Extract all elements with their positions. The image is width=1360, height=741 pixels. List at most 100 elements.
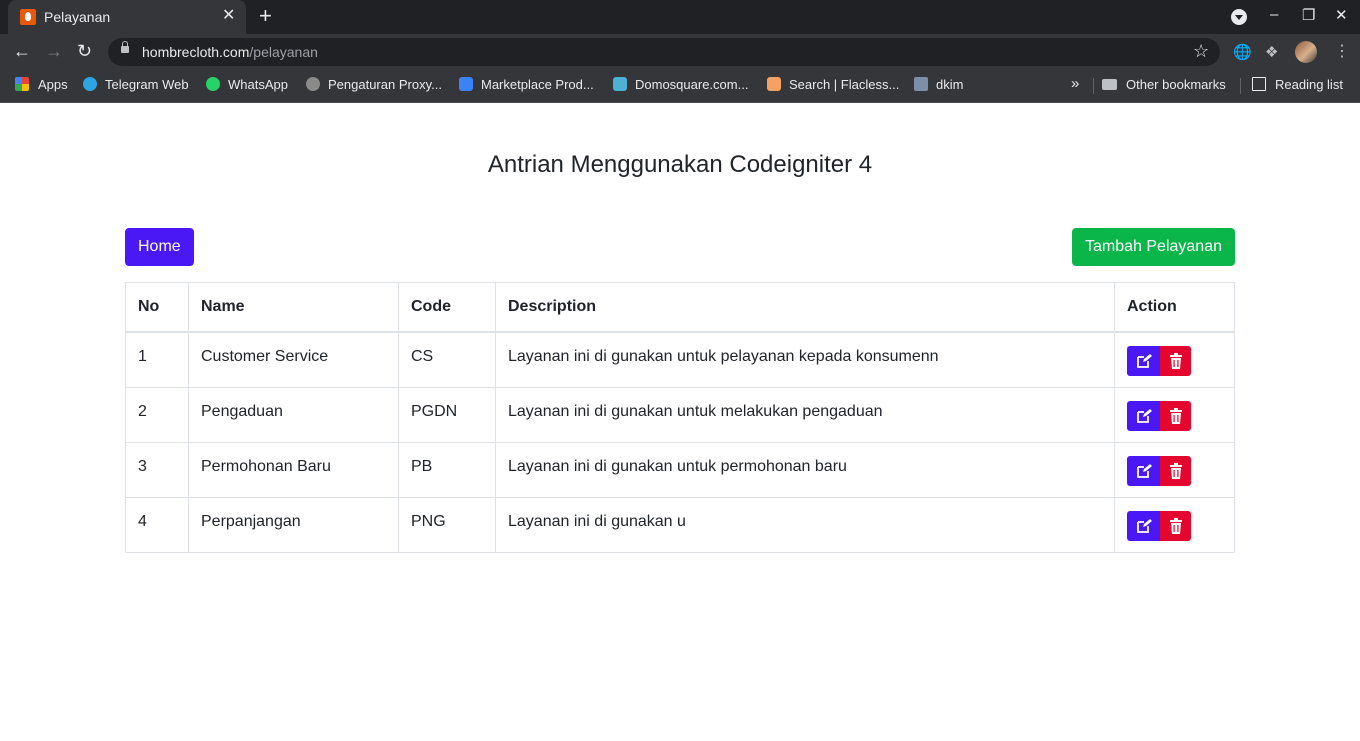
- tab-strip: Pelayanan ✕ + – ❐ ✕: [0, 0, 1360, 34]
- bookmark-flacless[interactable]: Search | Flacless...: [767, 77, 899, 92]
- cell-description: Layanan ini di gunakan untuk melakukan p…: [495, 386, 1115, 443]
- bookmark-marketplace[interactable]: Marketplace Prod...: [459, 77, 594, 92]
- edit-icon: [1136, 518, 1152, 533]
- bookmarks-divider: [1093, 78, 1094, 94]
- edit-button[interactable]: [1127, 346, 1160, 376]
- trash-icon: [1169, 353, 1182, 369]
- bookmark-whatsapp[interactable]: WhatsApp: [206, 77, 288, 92]
- dkim-icon: [914, 77, 928, 91]
- tab-title: Pelayanan: [44, 9, 111, 25]
- cell-description: Layanan ini di gunakan u: [495, 496, 1115, 553]
- edit-button[interactable]: [1127, 510, 1160, 541]
- cell-description: Layanan ini di gunakan untuk permohonan …: [495, 441, 1115, 498]
- back-arrow-icon[interactable]: ←: [13, 41, 31, 61]
- cell-no: 3: [125, 441, 189, 498]
- edit-button[interactable]: [1127, 455, 1160, 486]
- table-row: 2 Pengaduan PGDN Layanan ini di gunakan …: [125, 386, 1235, 443]
- cell-name: Perpanjangan: [188, 496, 399, 553]
- reading-list[interactable]: Reading list: [1252, 77, 1343, 92]
- lock-icon[interactable]: [121, 41, 129, 53]
- edit-icon: [1136, 408, 1152, 423]
- url-text[interactable]: hombrecloth.com/pelayanan: [142, 44, 318, 60]
- column-header-name: Name: [188, 282, 399, 333]
- profile-avatar[interactable]: [1295, 41, 1317, 63]
- puzzle-extensions-icon[interactable]: ❖: [1265, 43, 1278, 61]
- delete-button[interactable]: [1160, 400, 1191, 431]
- home-button[interactable]: Home: [125, 228, 194, 266]
- bookmark-label: Other bookmarks: [1126, 77, 1226, 92]
- codeigniter-favicon-icon: [20, 9, 36, 25]
- table-row: 3 Permohonan Baru PB Layanan ini di guna…: [125, 441, 1235, 498]
- forward-arrow-icon[interactable]: →: [45, 41, 63, 61]
- trash-icon: [1169, 517, 1182, 534]
- kebab-menu-icon[interactable]: ⋮: [1334, 41, 1350, 61]
- browser-toolbar: ← → ↻ hombrecloth.com/pelayanan ☆ 🌐 ❖ ⋮: [0, 34, 1360, 70]
- bookmark-apps[interactable]: Apps: [15, 77, 68, 92]
- whatsapp-icon: [206, 77, 220, 91]
- marketplace-icon: [459, 77, 473, 91]
- bookmark-label: Search | Flacless...: [789, 77, 900, 92]
- bookmarks-divider: [1240, 78, 1241, 94]
- cell-description: Layanan ini di gunakan untuk pelayanan k…: [495, 331, 1115, 388]
- column-header-no: No: [125, 282, 189, 333]
- add-service-button[interactable]: Tambah Pelayanan: [1072, 228, 1235, 266]
- edit-button[interactable]: [1127, 400, 1160, 431]
- bookmark-label: Marketplace Prod...: [481, 77, 594, 92]
- bookmark-telegram[interactable]: Telegram Web: [83, 77, 189, 92]
- page-title: Antrian Menggunakan Codeigniter 4: [487, 151, 873, 178]
- cell-action: [1114, 386, 1235, 443]
- url-host: hombrecloth.com: [142, 44, 250, 60]
- globe-extension-icon[interactable]: 🌐: [1233, 43, 1252, 61]
- column-header-description: Description: [495, 282, 1115, 333]
- minimize-icon[interactable]: –: [1270, 6, 1278, 23]
- column-header-action: Action: [1114, 282, 1235, 333]
- flacless-icon: [767, 77, 781, 91]
- reload-icon[interactable]: ↻: [77, 41, 92, 61]
- action-button-group: [1127, 455, 1222, 486]
- bookmark-label: Domosquare.com...: [635, 77, 749, 92]
- cell-action: [1114, 441, 1235, 498]
- window-close-icon[interactable]: ✕: [1335, 6, 1348, 24]
- table-row: 4 Perpanjangan PNG Layanan ini di gunaka…: [125, 496, 1235, 553]
- action-button-group: [1127, 400, 1222, 431]
- cell-name: Permohonan Baru: [188, 441, 399, 498]
- delete-button[interactable]: [1160, 346, 1191, 376]
- cell-code: PB: [398, 441, 496, 498]
- tab-search-icon[interactable]: [1231, 9, 1247, 25]
- apps-grid-icon: [15, 77, 29, 91]
- delete-button[interactable]: [1160, 510, 1191, 541]
- table-header-row: No Name Code Description Action: [125, 282, 1235, 333]
- bookmark-dkim[interactable]: dkim: [914, 77, 963, 92]
- address-bar[interactable]: hombrecloth.com/pelayanan ☆: [108, 38, 1220, 66]
- bookmark-domosquare[interactable]: Domosquare.com...: [613, 77, 748, 92]
- bookmark-label: dkim: [936, 77, 964, 92]
- trash-icon: [1169, 407, 1182, 424]
- proxy-icon: [306, 77, 320, 91]
- bookmark-star-icon[interactable]: ☆: [1193, 41, 1209, 62]
- column-header-code: Code: [398, 282, 496, 333]
- folder-icon: [1102, 79, 1117, 90]
- edit-icon: [1136, 354, 1152, 368]
- cell-code: PGDN: [398, 386, 496, 443]
- bookmarks-overflow-icon[interactable]: »: [1071, 75, 1079, 92]
- delete-button[interactable]: [1160, 455, 1191, 486]
- cell-code: CS: [398, 331, 496, 388]
- action-button-group: [1127, 510, 1222, 541]
- bookmark-label: WhatsApp: [228, 77, 288, 92]
- bookmark-label: Reading list: [1275, 77, 1343, 92]
- services-table: No Name Code Description Action 1 Custom…: [125, 282, 1235, 553]
- new-tab-button[interactable]: +: [259, 5, 272, 27]
- tab-close-icon[interactable]: ✕: [222, 7, 235, 25]
- edit-icon: [1136, 463, 1152, 478]
- bookmark-label: Telegram Web: [105, 77, 189, 92]
- cell-code: PNG: [398, 496, 496, 553]
- table-row: 1 Customer Service CS Layanan ini di gun…: [125, 331, 1235, 388]
- trash-icon: [1169, 462, 1182, 479]
- browser-tab[interactable]: Pelayanan ✕: [8, 0, 246, 34]
- page-content: Antrian Menggunakan Codeigniter 4 Home T…: [0, 103, 1360, 741]
- cell-action: [1114, 331, 1235, 388]
- cell-no: 4: [125, 496, 189, 553]
- restore-icon[interactable]: ❐: [1302, 6, 1315, 24]
- bookmark-other[interactable]: Other bookmarks: [1102, 77, 1226, 92]
- bookmark-proxy[interactable]: Pengaturan Proxy...: [306, 77, 442, 92]
